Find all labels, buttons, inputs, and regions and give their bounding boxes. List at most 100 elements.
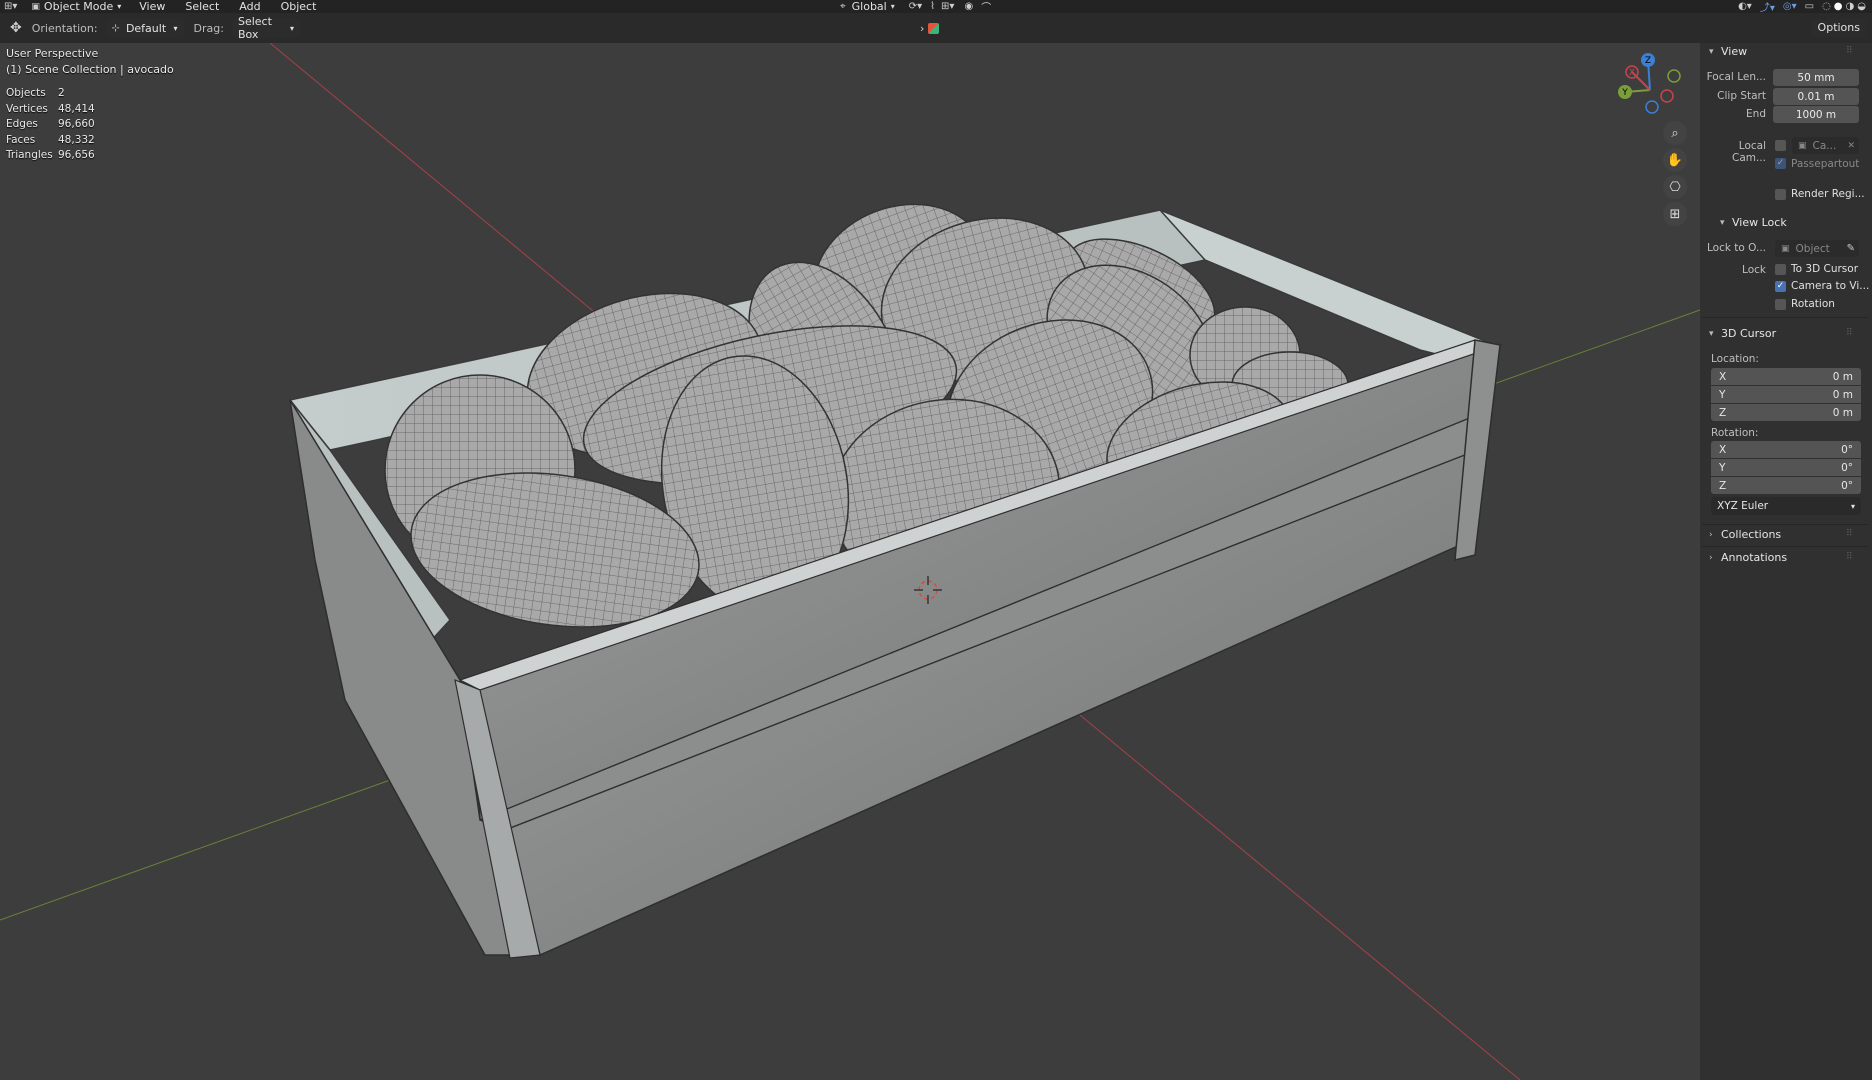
axis-value: 0 m <box>1832 388 1853 401</box>
pan-hand-icon[interactable]: ✋ <box>1663 148 1687 172</box>
camera-to-view-label: Camera to Vi... <box>1791 280 1870 292</box>
gizmo-toggle-icon[interactable]: ⤴▾ <box>1760 0 1775 14</box>
chevron-down-icon: ▾ <box>289 23 294 33</box>
clip-start-field[interactable]: 0.01 m <box>1773 88 1859 105</box>
view-section-header[interactable]: ▾ View <box>1709 45 1747 58</box>
stat-value: 2 <box>58 87 65 99</box>
navigation-gizmo[interactable]: Z Y X <box>1610 50 1690 130</box>
to-3d-cursor-label: To 3D Cursor <box>1791 263 1859 275</box>
pivot-icon[interactable]: ⟳▾ <box>909 1 922 12</box>
chevron-right-icon: › <box>1709 529 1713 540</box>
3d-viewport[interactable]: User Perspective (1) Scene Collection | … <box>0 43 1700 1080</box>
menu-view[interactable]: View <box>139 0 165 13</box>
orientation-dropdown[interactable]: ⊹ Default ▾ <box>105 19 184 37</box>
menu-object[interactable]: Object <box>281 0 317 13</box>
chevron-down-icon: ▾ <box>1709 328 1714 339</box>
axis-label: Z <box>1719 406 1727 419</box>
lock-label: Lock <box>1742 264 1766 276</box>
camera-view-icon[interactable]: ⎔ <box>1663 175 1687 199</box>
drag-grip-icon[interactable]: ⠿ <box>1846 46 1853 56</box>
solid-shading-icon[interactable]: ● <box>1834 1 1843 12</box>
snap-icon[interactable]: ⌇ <box>930 1 935 12</box>
proportional-edit-icon[interactable]: ◉ <box>964 1 973 12</box>
xray-icon[interactable]: ▭ <box>1805 1 1814 12</box>
collections-section-header[interactable]: › Collections <box>1709 528 1781 541</box>
menu-add[interactable]: Add <box>239 0 260 13</box>
drag-grip-icon[interactable]: ⠿ <box>1846 529 1853 539</box>
local-camera-field[interactable]: ▣ Ca... ✕ <box>1792 137 1859 154</box>
clip-end-field[interactable]: 1000 m <box>1773 106 1859 123</box>
overlay-toggle-icon[interactable]: ◎▾ <box>1783 1 1797 12</box>
perspective-label: User Perspective <box>6 47 99 60</box>
stat-key: Vertices <box>6 102 48 115</box>
scene-statistics: Objects 2 Vertices 48,414 Edges 96,660 Face… <box>6 87 95 165</box>
drag-grip-icon[interactable]: ⠿ <box>1846 552 1853 562</box>
cursor-location-y[interactable]: Y 0 m <box>1711 386 1861 403</box>
visibility-icon[interactable]: ◐▾ <box>1738 1 1752 12</box>
3d-cursor-section-title: 3D Cursor <box>1721 327 1777 340</box>
rotation-label: Rotation: <box>1711 427 1759 439</box>
options-button[interactable]: Options <box>1811 19 1866 37</box>
stat-key: Objects <box>6 87 46 99</box>
rotation-mode-select[interactable]: XYZ Euler ▾ <box>1711 497 1861 515</box>
local-camera-value: Ca... <box>1812 139 1837 152</box>
collections-title: Collections <box>1721 528 1782 541</box>
close-icon[interactable]: ✕ <box>1847 141 1855 151</box>
rendered-shading-icon[interactable]: ◒ <box>1857 1 1866 12</box>
view-lock-header[interactable]: ▾ View Lock <box>1720 216 1787 229</box>
axis-value: 0 m <box>1832 370 1853 383</box>
to-3d-cursor-checkbox[interactable] <box>1775 264 1786 275</box>
mode-label: Object Mode <box>43 0 114 13</box>
focal-length-field[interactable]: 50 mm <box>1773 69 1859 86</box>
gizmo-x-label: X <box>1629 68 1635 78</box>
axis-value: 0° <box>1841 461 1853 474</box>
lock-to-object-field[interactable]: ▣ Object ✎ <box>1775 240 1859 257</box>
section-divider <box>1702 546 1868 547</box>
chevron-down-icon: ▾ <box>117 2 122 11</box>
transform-orientation-dropdown[interactable]: Global <box>852 0 887 13</box>
drag-dropdown[interactable]: Select Box ▾ <box>231 15 300 41</box>
axis-value: 0° <box>1841 479 1853 492</box>
chevron-down-icon: ▾ <box>173 23 178 33</box>
axis-label: Y <box>1719 461 1726 474</box>
3d-cursor-section-header[interactable]: ▾ 3D Cursor <box>1709 327 1776 340</box>
asset-shelf-icon[interactable] <box>928 22 940 34</box>
drag-value: Select Box <box>237 15 272 41</box>
render-region-checkbox[interactable] <box>1775 189 1786 200</box>
move-tool-icon[interactable]: ✥ <box>10 20 22 36</box>
annotations-section-header[interactable]: › Annotations <box>1709 551 1787 564</box>
axis-value: 0° <box>1841 443 1853 456</box>
menu-select[interactable]: Select <box>185 0 219 13</box>
passepartout-checkbox[interactable]: ✓ <box>1775 158 1786 169</box>
snap-target-icon[interactable]: ⊞▾ <box>941 1 954 12</box>
viewport-scene[interactable] <box>0 43 1700 1080</box>
cursor-location-z[interactable]: Z 0 m <box>1711 404 1861 421</box>
section-divider <box>1702 524 1868 525</box>
orientation-value: Default <box>125 21 167 35</box>
cursor-rotation-x[interactable]: X 0° <box>1711 441 1861 458</box>
cursor-rotation-z[interactable]: Z 0° <box>1711 477 1861 494</box>
cursor-rotation-y[interactable]: Y 0° <box>1711 459 1861 476</box>
chevron-right-icon[interactable]: › <box>920 22 924 35</box>
stat-value: 48,414 <box>58 102 95 115</box>
gizmo-z-label: Z <box>1645 56 1651 66</box>
zoom-icon[interactable]: ⌕ <box>1663 121 1687 145</box>
mode-dropdown[interactable]: ▣ Object Mode ▾ <box>31 0 121 13</box>
eyedropper-icon[interactable]: ✎ <box>1847 243 1855 254</box>
view-section-title: View <box>1721 45 1748 58</box>
location-label: Location: <box>1711 353 1759 365</box>
stat-row: Objects 2 <box>6 87 95 103</box>
perspective-toggle-icon[interactable]: ⊞ <box>1663 202 1687 226</box>
axis-label: Z <box>1719 479 1727 492</box>
camera-to-view-checkbox[interactable]: ✓ <box>1775 281 1786 292</box>
material-shading-icon[interactable]: ◑ <box>1846 1 1855 12</box>
cursor-location-x[interactable]: X 0 m <box>1711 368 1861 385</box>
wireframe-shading-icon[interactable]: ◌ <box>1822 1 1831 12</box>
falloff-icon[interactable]: ⌒ <box>981 0 991 14</box>
rotation-lock-checkbox[interactable] <box>1775 299 1786 310</box>
rotation-lock-label: Rotation <box>1791 298 1835 310</box>
editor-type-icon[interactable]: ⊞▾ <box>4 1 17 12</box>
drag-grip-icon[interactable]: ⠿ <box>1846 328 1853 338</box>
local-camera-checkbox[interactable] <box>1775 140 1786 151</box>
chevron-down-icon: ▾ <box>1709 46 1714 57</box>
